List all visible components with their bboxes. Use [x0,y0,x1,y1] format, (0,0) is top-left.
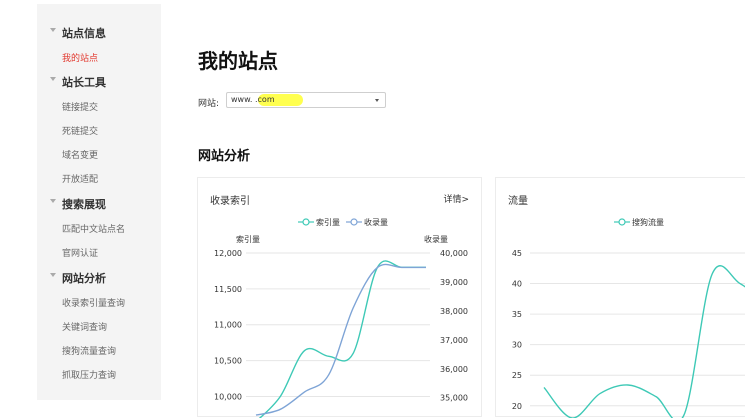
y-right-tick-label: 35,000 [440,394,468,403]
sidebar-item-label: 域名变更 [62,151,99,161]
sidebar-item-my-sites[interactable]: 我的站点 [37,45,161,69]
sidebar-item-label: 关键词查询 [62,323,108,333]
sidebar-item-label: 官网认证 [62,249,99,259]
page-title: 我的站点 [198,49,278,73]
index-chart: 索引量 收录量 索引量 收录量 12,000 11,500 11,000 10,500… [214,217,468,418]
series-line-0 [543,265,745,418]
y-tick-label: 30 [512,341,522,350]
sidebar-item-crawl-pressure[interactable]: 抓取压力查询 [37,362,161,386]
y-tick-label: 20 [512,402,522,411]
sidebar-item-official-verify[interactable]: 官网认证 [37,240,161,264]
caret-down-icon [50,273,56,277]
sidebar-group-site-analysis[interactable]: 网站分析 [37,265,161,289]
site-label: 网站: [198,99,220,109]
sidebar-item-label: 匹配中文站点名 [62,225,126,235]
legend-label: 索引量 [316,217,340,227]
caret-down-icon [50,199,56,203]
sidebar-group-title: 站点信息 [62,27,106,40]
y-right-tick-label: 39,000 [440,278,468,287]
y-left-tick-label: 11,000 [214,321,242,330]
chevron-down-icon [375,99,379,102]
sidebar: 站点信息 我的站点 站长工具 链接提交 死链提交 域名变更 开放适配 搜索展现 … [37,4,161,400]
index-chart-card: 收录索引 详情> 索引量 收录量 索引量 收录量 12,000 11,500 11,… [197,177,482,418]
caret-down-icon [50,28,56,32]
sidebar-item-open-adapt[interactable]: 开放适配 [37,166,161,190]
sidebar-group-search-display[interactable]: 搜索展现 [37,191,161,215]
y-left-tick-label: 12,000 [214,249,242,258]
series-line-1 [255,263,426,416]
y-left-tick-label: 10,000 [214,392,242,401]
traffic-chart-card: 流量 搜狗流量 45 40 35 30 25 20 [495,177,745,418]
y-right-tick-label: 36,000 [440,365,468,374]
y-tick-label: 35 [512,310,522,319]
sidebar-item-label: 搜狗流量查询 [62,347,117,357]
sidebar-group-title: 站长工具 [62,76,106,89]
sidebar-item-label: 链接提交 [62,103,99,113]
sidebar-item-label: 我的站点 [62,54,99,64]
sidebar-item-traffic-query[interactable]: 搜狗流量查询 [37,338,161,362]
y-left-tick-label: 11,500 [214,285,242,294]
legend-label: 收录量 [364,217,388,227]
sidebar-item-link-submit[interactable]: 链接提交 [37,94,161,118]
sidebar-item-match-site-name[interactable]: 匹配中文站点名 [37,216,161,240]
legend-label: 搜狗流量 [632,217,664,227]
section-title: 网站分析 [198,149,251,164]
legend-swatch-marker [618,218,626,226]
y-right-tick-label: 38,000 [440,307,468,316]
chart-legend: 搜狗流量 [614,217,664,227]
sidebar-item-label: 开放适配 [62,175,99,185]
y-tick-label: 40 [512,280,522,289]
series-line-0 [258,260,426,418]
sidebar-item-keyword-query[interactable]: 关键词查询 [37,314,161,338]
y-right-axis-label: 收录量 [424,234,448,244]
y-right-tick-label: 37,000 [440,336,468,345]
traffic-chart: 搜狗流量 45 40 35 30 25 20 [512,217,745,418]
site-select[interactable]: www. .com [226,92,386,108]
sidebar-group-site-info[interactable]: 站点信息 [37,20,161,44]
sidebar-item-deadlink-submit[interactable]: 死链提交 [37,118,161,142]
y-left-tick-label: 10,500 [214,357,242,366]
sidebar-item-label: 死链提交 [62,127,99,137]
legend-swatch-marker [350,218,358,226]
y-tick-label: 25 [512,371,522,380]
site-select-value: www. .com [231,95,275,104]
sidebar-item-domain-change[interactable]: 域名变更 [37,142,161,166]
legend-swatch-marker [302,218,310,226]
y-left-axis-label: 索引量 [236,234,260,244]
y-right-tick-label: 40,000 [440,249,468,258]
chart-legend: 索引量 收录量 [298,217,388,227]
y-tick-label: 45 [512,249,522,258]
sidebar-group-title: 搜索展现 [62,198,106,211]
caret-down-icon [50,77,56,81]
sidebar-group-webmaster-tools[interactable]: 站长工具 [37,69,161,93]
sidebar-group-title: 网站分析 [62,272,106,285]
sidebar-item-label: 抓取压力查询 [62,371,117,381]
sidebar-item-index-query[interactable]: 收录索引量查询 [37,290,161,314]
sidebar-item-label: 收录索引量查询 [62,299,126,309]
